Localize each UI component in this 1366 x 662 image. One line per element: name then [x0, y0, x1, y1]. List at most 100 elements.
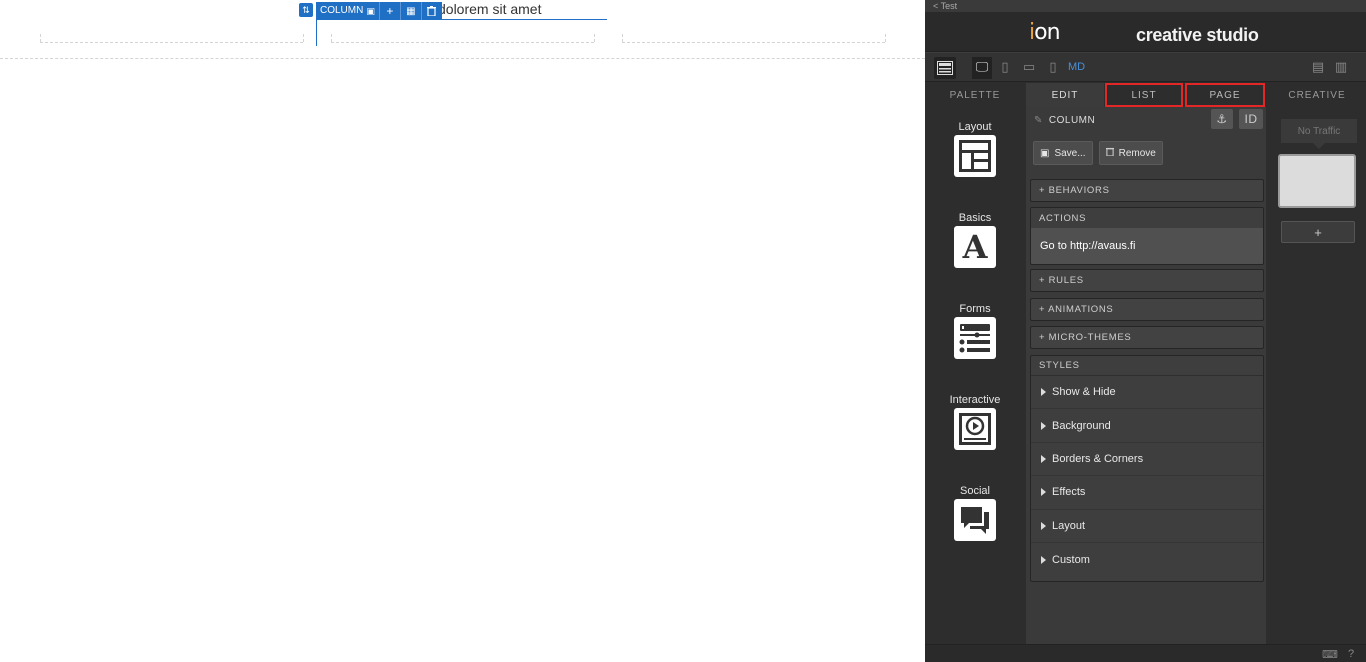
caret-right-icon	[1041, 421, 1046, 430]
style-effects[interactable]: Effects	[1031, 476, 1263, 510]
tab-edit[interactable]: EDIT	[1026, 83, 1104, 107]
style-borders-corners[interactable]: Borders & Corners	[1031, 443, 1263, 477]
tab-page[interactable]: PAGE	[1185, 83, 1265, 107]
tab-list[interactable]: LIST	[1105, 83, 1183, 107]
column-guide	[622, 34, 623, 42]
desktop-icon[interactable]: 🖵	[974, 59, 990, 75]
trash-icon	[1105, 147, 1114, 159]
micro-themes-section[interactable]: + MICRO-THEMES	[1030, 326, 1264, 349]
style-label: Layout	[1052, 519, 1086, 532]
studio-title: creative studio	[1136, 25, 1259, 45]
tablet-landscape-icon[interactable]: ▭	[1021, 59, 1037, 75]
layout-toggle-icon[interactable]	[934, 57, 956, 79]
device-size-label: MD	[1068, 61, 1086, 73]
trash-icon[interactable]	[420, 2, 442, 20]
remove-label: Remove	[1118, 147, 1156, 159]
edit-actions: ▣ Save... Remove	[1033, 141, 1163, 165]
column-guide	[885, 34, 886, 42]
drag-handle-icon[interactable]: ⇅	[299, 3, 313, 17]
traffic-status: No Traffic	[1281, 119, 1357, 149]
tab-palette[interactable]: PALETTE	[925, 83, 1025, 107]
caret-right-icon	[1041, 388, 1046, 397]
form-icon	[954, 317, 996, 359]
row-guide	[622, 42, 885, 43]
add-icon[interactable]: +	[378, 2, 400, 20]
palette-label: Basics	[958, 212, 992, 224]
palette-label: Layout	[958, 121, 992, 133]
device-bar: 🖵 ▯ ▭ ▯ MD ▤ ▥	[925, 52, 1366, 82]
play-icon	[954, 408, 996, 450]
canvas-text[interactable]: dolorem sit amet	[438, 0, 541, 18]
tab-creative[interactable]: CREATIVE	[1268, 83, 1366, 107]
column-guide	[303, 34, 304, 42]
pencil-icon: ✎	[1034, 114, 1043, 126]
styles-section: STYLES Show & Hide Background Borders & …	[1030, 355, 1264, 582]
edit-panel: ✎ COLUMN ⚓ ID ▣ Save... Remove + BEHAVIO…	[1026, 107, 1266, 662]
style-layout[interactable]: Layout	[1031, 510, 1263, 543]
palette-item-interactive[interactable]: Interactive	[925, 394, 1025, 450]
actions-section: ACTIONS Go to http://avaus.fi	[1030, 207, 1264, 265]
styles-header: STYLES	[1031, 356, 1263, 376]
column-toolbar: COLUMN ▣ + ▦	[316, 2, 442, 20]
creative-thumbnail[interactable]	[1278, 154, 1356, 208]
edit-icon: ▣	[366, 6, 375, 16]
id-button[interactable]: ID	[1239, 109, 1263, 129]
actions-header[interactable]: ACTIONS	[1031, 208, 1263, 228]
style-background[interactable]: Background	[1031, 409, 1263, 443]
column-guide	[594, 34, 595, 42]
element-name: COLUMN	[1048, 114, 1096, 126]
save-label: Save...	[1054, 147, 1086, 159]
chat-icon	[954, 499, 996, 541]
column-guide	[40, 34, 41, 42]
tablet-icon[interactable]: ▯	[997, 59, 1013, 75]
app-root: dolorem sit amet ⇅ COLUMN ▣ + ▦ < Test i…	[0, 0, 1366, 662]
action-item[interactable]: Go to http://avaus.fi	[1031, 228, 1263, 264]
anchor-icon[interactable]: ⚓	[1211, 109, 1233, 129]
back-link[interactable]: < Test	[925, 0, 1366, 12]
behaviors-section[interactable]: + BEHAVIORS	[1030, 179, 1264, 202]
palette-label: Interactive	[949, 394, 1001, 406]
save-button[interactable]: ▣ Save...	[1033, 141, 1093, 165]
remove-button[interactable]: Remove	[1098, 141, 1163, 165]
row-guide	[331, 42, 594, 43]
palette-item-forms[interactable]: Forms	[925, 303, 1025, 359]
caret-right-icon	[1041, 521, 1046, 530]
keyboard-icon[interactable]: ⌨	[1322, 648, 1338, 661]
panel-tabs: PALETTE EDIT LIST PAGE CREATIVE	[925, 83, 1366, 107]
caret-right-icon	[1041, 488, 1046, 497]
selection-outline	[316, 20, 317, 46]
palette-item-layout[interactable]: Layout	[925, 121, 1025, 177]
phone-icon[interactable]: ▯	[1045, 59, 1061, 75]
rules-section[interactable]: + RULES	[1030, 269, 1264, 292]
caret-right-icon	[1041, 555, 1046, 564]
palette-label: Social	[960, 485, 990, 497]
creative-panel: No Traffic +	[1267, 107, 1366, 662]
palette-item-basics[interactable]: Basics A	[925, 212, 1025, 268]
bottom-bar: ⌨ ?	[925, 644, 1366, 662]
layout-icon	[954, 135, 996, 177]
publish-icon[interactable]: ▤	[1310, 59, 1326, 75]
ion-logo: ion	[1029, 20, 1061, 45]
palette-item-social[interactable]: Social	[925, 485, 1025, 541]
palette-panel: Layout Basics A Forms Interactive Social	[925, 107, 1025, 662]
style-label: Effects	[1052, 486, 1086, 499]
section-guide	[0, 58, 925, 59]
style-label: Borders & Corners	[1052, 452, 1144, 465]
style-custom[interactable]: Custom	[1031, 543, 1263, 576]
palette-label: Forms	[959, 303, 991, 315]
document-icon[interactable]: ▥	[1333, 59, 1349, 75]
page-canvas[interactable]: dolorem sit amet ⇅ COLUMN ▣ + ▦	[0, 0, 925, 662]
text-a-icon: A	[954, 226, 996, 268]
animations-section[interactable]: + ANIMATIONS	[1030, 298, 1264, 321]
creative-studio-panel: < Test ion creative studio 🖵 ▯ ▭ ▯ MD ▤ …	[925, 0, 1366, 662]
column-label-text: COLUMN	[320, 5, 364, 16]
style-label: Custom	[1052, 553, 1090, 566]
help-icon[interactable]: ?	[1348, 648, 1354, 660]
row-guide	[40, 42, 303, 43]
layout-icon[interactable]: ▦	[399, 2, 421, 20]
add-creative-button[interactable]: +	[1281, 221, 1355, 243]
brand-bar: ion creative studio	[925, 12, 1366, 52]
style-show-hide[interactable]: Show & Hide	[1031, 376, 1263, 410]
floppy-icon: ▣	[1040, 147, 1050, 159]
column-label[interactable]: COLUMN ▣	[316, 2, 379, 20]
